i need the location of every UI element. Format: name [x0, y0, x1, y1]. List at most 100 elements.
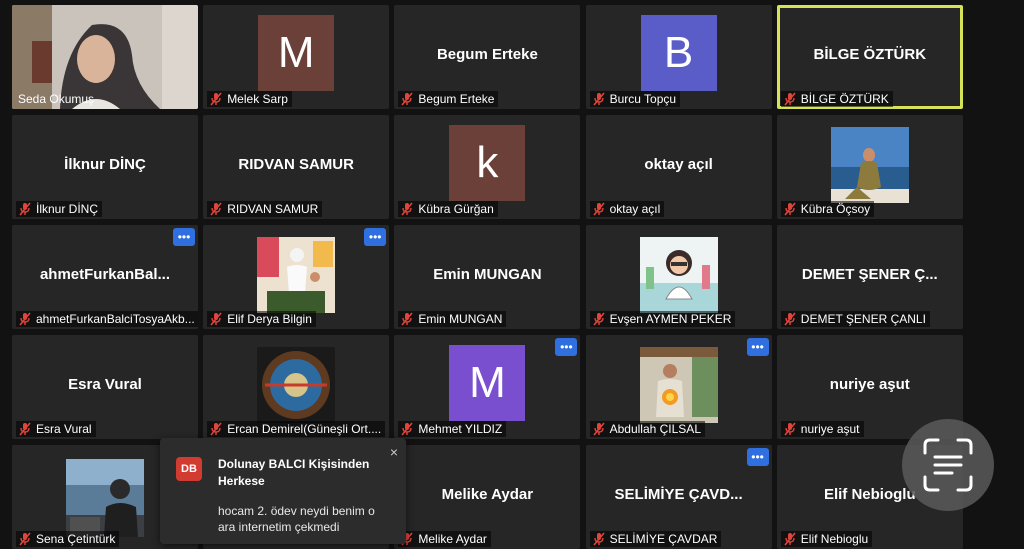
more-options-button[interactable]: •••	[364, 228, 387, 246]
muted-mic-icon	[592, 202, 605, 216]
participant-name: Kübra Öçsoy	[800, 202, 871, 216]
participant-tile[interactable]: ahmetFurkanBal... ••• ahmetFurkanBalciTosy…	[12, 225, 198, 329]
participant-display-name: BİLGE ÖZTÜRK	[813, 45, 927, 63]
chat-notification[interactable]: DB Dolunay BALCI Kişisinden Herkese hoca…	[160, 438, 406, 544]
participant-tile[interactable]: Esra Vural Esra Vural	[12, 335, 198, 439]
participant-tile[interactable]: İlknur DİNÇ İlknur DİNÇ	[12, 115, 198, 219]
participant-avatar: B	[640, 15, 717, 91]
participant-name: İlknur DİNÇ	[36, 202, 99, 216]
participant-name-label: Evşen AYMEN PEKER	[589, 311, 736, 327]
participant-tile[interactable]: RIDVAN SAMUR RIDVAN SAMUR	[203, 115, 390, 219]
participant-name: Seda Okumuş	[18, 92, 95, 106]
participant-name-label: Abdullah ÇILSAL	[589, 421, 705, 437]
participant-display-name: SELİMİYE ÇAVD...	[614, 485, 743, 503]
sender-avatar: DB	[176, 457, 202, 481]
participant-tile[interactable]: BİLGE ÖZTÜRK BİLGE ÖZTÜRK	[776, 5, 963, 109]
participant-tile[interactable]: DEMET ŞENER Ç... DEMET ŞENER ÇANLI	[776, 225, 963, 329]
participant-display-name: RIDVAN SAMUR	[238, 155, 354, 173]
close-icon[interactable]: ×	[390, 444, 398, 460]
muted-mic-icon	[401, 422, 414, 436]
participant-tile[interactable]: ••• Abdullah ÇILSAL	[585, 335, 772, 439]
participant-tile[interactable]: Emin MUNGAN Emin MUNGAN	[394, 225, 581, 329]
participant-tile[interactable]: ••• Elif Derya Bilgin	[203, 225, 390, 329]
participant-tile[interactable]: Kübra Öçsoy	[776, 115, 963, 219]
participant-tile[interactable]: Evşen AYMEN PEKER	[585, 225, 772, 329]
participant-tile[interactable]: SELİMİYE ÇAVD... ••• SELİMİYE ÇAVDAR	[585, 445, 772, 549]
participant-name-label: Seda Okumuş	[16, 91, 98, 107]
participant-name: Evşen AYMEN PEKER	[609, 312, 732, 326]
more-options-button[interactable]: •••	[555, 338, 578, 356]
participant-tile[interactable]: oktay açıl oktay açıl	[585, 115, 772, 219]
participant-name: ahmetFurkanBalciTosyaAkb...	[36, 312, 195, 326]
participant-display-name: Esra Vural	[68, 375, 142, 393]
participant-video	[639, 347, 718, 423]
participant-name-label: Esra Vural	[16, 421, 96, 437]
participant-display-name: oktay açıl	[644, 155, 713, 173]
participant-display-name: ahmetFurkanBal...	[39, 265, 171, 283]
participant-name-label: Melike Aydar	[398, 531, 491, 547]
participant-name: Melek Sarp	[227, 92, 288, 106]
muted-mic-icon	[210, 422, 222, 436]
muted-mic-icon	[784, 312, 796, 326]
participant-tile[interactable]: B Burcu Topçu	[585, 5, 772, 109]
participant-name: Ercan Demirel(Güneşli Ort....	[227, 422, 382, 436]
participant-tile[interactable]: Melike Aydar Melike Aydar	[394, 445, 581, 549]
participant-tile[interactable]: k Kübra Gürğan	[394, 115, 581, 219]
participant-name: Mehmet YILDIZ	[418, 422, 503, 436]
participant-name-label: Begum Erteke	[398, 91, 499, 107]
participant-name: BİLGE ÖZTÜRK	[800, 92, 889, 106]
participant-name: nuriye aşut	[800, 422, 860, 436]
muted-mic-icon	[784, 202, 796, 216]
participant-name: Begum Erteke	[418, 92, 495, 106]
participant-name-label: Kübra Öçsoy	[780, 201, 875, 217]
participant-tile[interactable]: M ••• Mehmet YILDIZ	[394, 335, 581, 439]
muted-mic-icon	[210, 312, 222, 326]
participant-tile[interactable]: Seda Okumuş	[12, 5, 198, 109]
muted-mic-icon	[401, 92, 414, 106]
participant-name: Esra Vural	[36, 422, 92, 436]
muted-mic-icon	[592, 312, 605, 326]
participant-name-label: Elif Derya Bilgin	[207, 311, 316, 327]
participant-avatar: k	[449, 125, 526, 201]
muted-mic-icon	[592, 422, 605, 436]
participant-name-label: Emin MUNGAN	[398, 311, 507, 327]
participant-tile[interactable]: Begum Erteke Begum Erteke	[394, 5, 581, 109]
muted-mic-icon	[210, 92, 222, 106]
participant-tile[interactable]: M Melek Sarp	[203, 5, 390, 109]
participant-video	[257, 347, 336, 423]
participant-name: Elif Nebioglu	[800, 532, 869, 546]
participant-video	[639, 237, 718, 313]
muted-mic-icon	[592, 92, 605, 106]
more-options-button[interactable]: •••	[173, 228, 195, 246]
more-options-button[interactable]: •••	[746, 338, 769, 356]
participant-tile[interactable]: Ercan Demirel(Güneşli Ort....	[203, 335, 390, 439]
muted-mic-icon	[19, 312, 31, 326]
muted-mic-icon	[784, 92, 796, 106]
participant-display-name: Emin MUNGAN	[433, 265, 542, 283]
participant-avatar: M	[449, 345, 526, 421]
participant-name-label: Melek Sarp	[207, 91, 292, 107]
participant-display-name: Melike Aydar	[441, 485, 534, 503]
participant-name-label: ahmetFurkanBalciTosyaAkb...	[16, 311, 198, 327]
scan-text-button[interactable]	[902, 419, 994, 511]
participant-name-label: Mehmet YILDIZ	[398, 421, 507, 437]
participant-name-label: Kübra Gürğan	[398, 201, 498, 217]
participant-name: Melike Aydar	[418, 532, 487, 546]
participant-name-label: Sena Çetintürk	[16, 531, 120, 547]
participant-name-label: nuriye aşut	[780, 421, 864, 437]
participant-display-name: nuriye aşut	[829, 375, 910, 393]
participant-name-label: oktay açıl	[589, 201, 665, 217]
notification-title: Dolunay BALCI Kişisinden Herkese	[218, 457, 370, 488]
more-options-button[interactable]: •••	[746, 448, 769, 466]
participant-name-label: İlknur DİNÇ	[16, 201, 103, 217]
muted-mic-icon	[19, 202, 31, 216]
notification-message: hocam 2. ödev neydi benim o ara internet…	[218, 504, 375, 534]
participant-name: Abdullah ÇILSAL	[609, 422, 701, 436]
muted-mic-icon	[784, 422, 796, 436]
participant-name: SELİMİYE ÇAVDAR	[609, 532, 718, 546]
participant-name-label: BİLGE ÖZTÜRK	[780, 91, 893, 107]
scan-text-icon	[923, 438, 973, 492]
participant-name: oktay açıl	[609, 202, 661, 216]
participant-name: Emin MUNGAN	[418, 312, 503, 326]
participant-name: DEMET ŞENER ÇANLI	[800, 312, 926, 326]
